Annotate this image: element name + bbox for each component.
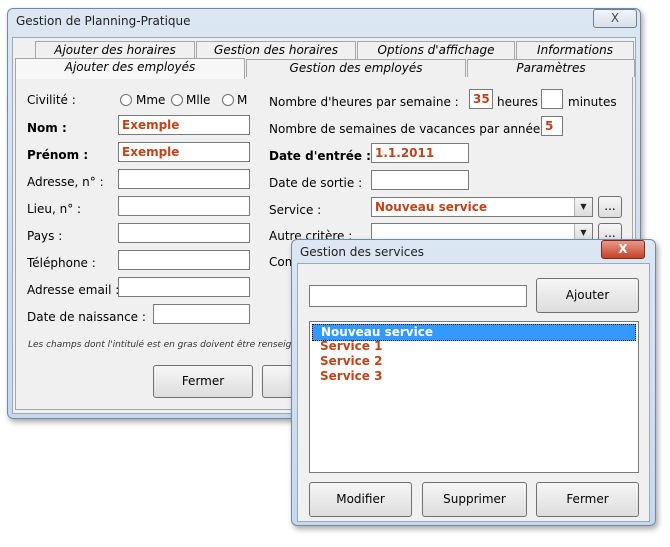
sortie-field[interactable] — [371, 170, 469, 190]
adresse-label: Adresse, n° : — [27, 175, 104, 189]
tab-gestion-employes[interactable]: Gestion des employés — [246, 59, 466, 77]
lieu-field[interactable] — [118, 196, 250, 216]
pays-field[interactable] — [118, 223, 250, 243]
service-ellipsis-button[interactable]: ... — [598, 196, 622, 218]
sortie-label: Date de sortie : — [269, 176, 363, 190]
vacances-field[interactable]: 5 — [541, 116, 563, 136]
heures-field[interactable]: 35 — [469, 89, 493, 109]
telephone-label: Téléphone : — [27, 256, 96, 270]
nom-label: Nom : — [27, 121, 67, 135]
radio-mlle[interactable] — [171, 94, 183, 106]
service-label: Service : — [269, 203, 322, 217]
radio-mme[interactable] — [120, 94, 132, 106]
radio-mlle-label: Mlle — [186, 93, 211, 107]
required-fields-note: Les champs dont l'intitulé est en gras d… — [28, 340, 303, 350]
email-label: Adresse email : — [27, 283, 120, 297]
naissance-label: Date de naissance : — [27, 310, 146, 324]
chevron-down-icon[interactable]: ▼ — [574, 198, 592, 216]
heures-unit: heures — [497, 95, 538, 109]
services-dialog-title: Gestion des services — [300, 245, 425, 259]
services-dialog: Gestion des services X Ajouter Nouveau s… — [291, 239, 656, 526]
entree-label: Date d'entrée : — [269, 149, 371, 163]
adresse-field[interactable] — [118, 169, 250, 189]
radio-m[interactable] — [222, 94, 234, 106]
tab-parametres[interactable]: Paramètres — [467, 59, 635, 77]
lieu-label: Lieu, n° : — [27, 202, 82, 216]
close-icon: X — [610, 11, 620, 25]
heures-label: Nombre d'heures par semaine : — [269, 95, 459, 109]
pays-label: Pays : — [27, 229, 63, 243]
services-close-button[interactable]: X — [601, 240, 645, 259]
ajouter-button[interactable]: Ajouter — [536, 278, 639, 313]
service-item[interactable]: Service 3 — [320, 369, 382, 384]
tab-ajouter-horaires[interactable]: Ajouter des horaires — [35, 41, 195, 59]
tab-informations[interactable]: Informations — [516, 41, 634, 59]
minutes-field[interactable] — [541, 89, 563, 109]
tab-options-affichage[interactable]: Options d'affichage — [357, 41, 515, 59]
service-item[interactable]: Service 2 — [320, 354, 382, 369]
vacances-label: Nombre de semaines de vacances par année… — [269, 122, 549, 136]
fermer-button[interactable]: Fermer — [153, 365, 253, 398]
email-field[interactable] — [118, 277, 250, 297]
prenom-field[interactable]: Exemple — [118, 142, 250, 162]
close-icon: X — [618, 242, 628, 256]
service-item[interactable]: Service 1 — [320, 339, 382, 354]
civilite-label: Civilité : — [27, 93, 76, 107]
naissance-field[interactable] — [153, 304, 250, 324]
radio-mme-label: Mme — [136, 93, 166, 107]
service-select-value: Nouveau service — [375, 200, 487, 214]
service-name-input[interactable] — [309, 285, 527, 307]
services-list[interactable]: Nouveau service Service 1 Service 2 Serv… — [309, 321, 639, 473]
services-fermer-button[interactable]: Fermer — [536, 482, 639, 517]
main-close-button[interactable]: X — [593, 9, 637, 28]
services-client-area: Ajouter Nouveau service Service 1 Servic… — [297, 263, 650, 522]
nom-field[interactable]: Exemple — [118, 115, 250, 135]
main-window-title: Gestion de Planning-Pratique — [16, 14, 191, 28]
minutes-unit: minutes — [568, 95, 617, 109]
service-select[interactable]: Nouveau service ▼ — [371, 197, 593, 217]
entree-field[interactable]: 1.1.2011 — [371, 143, 469, 163]
tab-ajouter-employes[interactable]: Ajouter des employés — [15, 58, 245, 79]
prenom-label: Prénom : — [27, 148, 89, 162]
modifier-button[interactable]: Modifier — [309, 482, 412, 517]
telephone-field[interactable] — [118, 250, 250, 270]
radio-m-label: M — [237, 93, 248, 107]
tab-gestion-horaires[interactable]: Gestion des horaires — [196, 41, 356, 59]
supprimer-button[interactable]: Supprimer — [422, 482, 527, 517]
